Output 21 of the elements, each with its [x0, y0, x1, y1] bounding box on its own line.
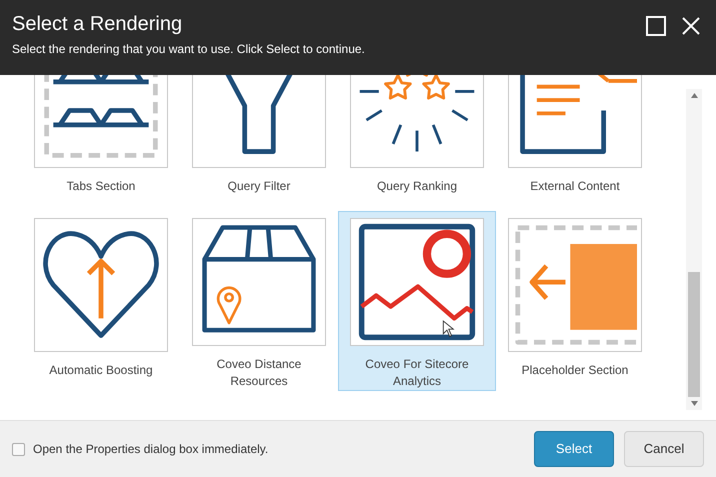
rendering-label: External Content	[529, 178, 621, 195]
close-button[interactable]	[682, 17, 700, 35]
close-icon	[682, 17, 700, 35]
scrollbar[interactable]	[686, 89, 702, 410]
rendering-label: Query Ranking	[376, 178, 458, 195]
rendering-label: Placeholder Section	[520, 362, 630, 379]
scroll-down-icon[interactable]	[690, 401, 698, 406]
checkbox-label: Open the Properties dialog box immediately.	[33, 441, 268, 458]
select-button[interactable]: Select	[534, 431, 614, 467]
rendering-label: Coveo For Sitecore Analytics	[364, 356, 470, 390]
maximize-button[interactable]	[646, 16, 666, 36]
window-title: Select a Rendering	[12, 12, 184, 36]
scroll-up-icon[interactable]	[690, 93, 698, 98]
cancel-button[interactable]: Cancel	[624, 431, 704, 467]
rendering-tile[interactable]: Coveo For Sitecore Analytics	[338, 211, 496, 391]
rendering-label: Tabs Section	[66, 178, 136, 195]
window-subtitle: Select the rendering that you want to use. Click Select to continue.	[12, 41, 365, 58]
rendering-label: Coveo Distance Resources	[216, 356, 302, 390]
rendering-label: Query Filter	[226, 178, 292, 195]
rendering-label: Automatic Boosting	[48, 362, 154, 379]
checkbox[interactable]	[12, 442, 25, 456]
